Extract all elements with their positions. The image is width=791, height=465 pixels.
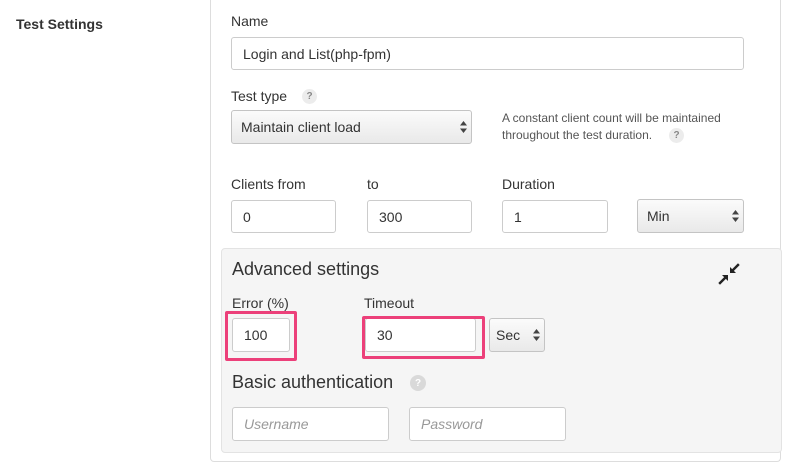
compress-arrows-icon[interactable] (718, 263, 740, 285)
test-type-note-line1: A constant client count will be maintain… (502, 111, 721, 125)
clients-to-value: 300 (379, 208, 403, 225)
duration-value: 1 (514, 208, 522, 225)
password-placeholder: Password (421, 416, 483, 432)
name-label: Name (231, 13, 269, 29)
timeout-label: Timeout (364, 295, 415, 311)
username-placeholder: Username (244, 416, 309, 432)
timeout-unit-select[interactable]: Sec (489, 318, 545, 352)
name-input[interactable]: Login and List(php-fpm) (231, 37, 744, 70)
password-input[interactable]: Password (409, 407, 566, 441)
test-type-select[interactable]: Maintain client load (231, 110, 472, 144)
timeout-highlight (362, 316, 485, 359)
error-label: Error (%) (232, 295, 289, 311)
error-highlight (225, 311, 297, 361)
clients-from-value: 0 (243, 208, 251, 225)
clients-to-label: to (367, 176, 379, 192)
duration-unit-select[interactable]: Min (637, 199, 744, 233)
duration-label: Duration (502, 176, 555, 192)
test-type-note-help-icon[interactable]: ? (669, 128, 684, 143)
clients-from-input[interactable]: 0 (231, 200, 336, 233)
basic-auth-title: Basic authentication (232, 372, 394, 392)
updown-arrows-icon (460, 121, 467, 133)
name-value: Login and List(php-fpm) (243, 45, 391, 62)
updown-arrows-icon (732, 210, 739, 222)
test-type-label: Test type (231, 88, 288, 104)
clients-from-label: Clients from (231, 176, 306, 192)
test-type-selected: Maintain client load (241, 119, 361, 135)
test-type-note-line2: throughout the test duration. (502, 128, 653, 142)
updown-arrows-icon (533, 329, 540, 341)
advanced-settings-title: Advanced settings (232, 259, 380, 279)
basic-auth-help-icon[interactable]: ? (410, 375, 426, 391)
duration-input[interactable]: 1 (502, 200, 608, 233)
username-input[interactable]: Username (232, 407, 389, 441)
test-type-help-icon[interactable]: ? (302, 89, 317, 104)
timeout-unit: Sec (496, 327, 521, 343)
duration-unit: Min (647, 208, 670, 224)
clients-to-input[interactable]: 300 (367, 200, 472, 233)
section-label: Test Settings (16, 16, 103, 32)
